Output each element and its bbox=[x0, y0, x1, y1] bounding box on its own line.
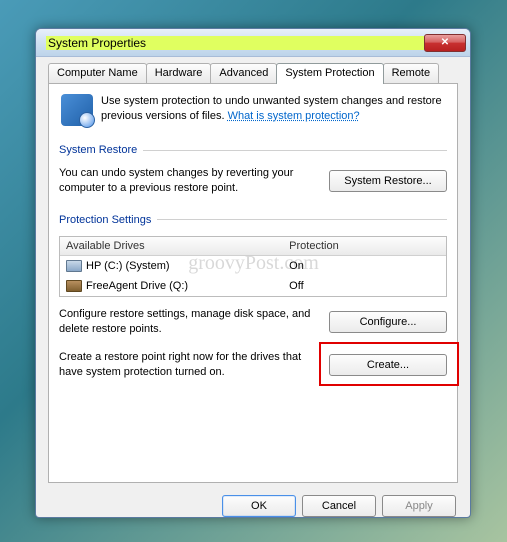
drive-icon bbox=[66, 280, 82, 292]
tab-content: Use system protection to undo unwanted s… bbox=[48, 83, 458, 483]
titlebar[interactable]: System Properties ✕ bbox=[36, 29, 470, 57]
system-restore-text: You can undo system changes by reverting… bbox=[59, 166, 319, 196]
create-button[interactable]: Create... bbox=[329, 354, 447, 376]
protection-settings-group: Protection Settings Available Drives Pro… bbox=[59, 214, 447, 380]
info-text: Use system protection to undo unwanted s… bbox=[101, 94, 445, 124]
system-restore-group: System Restore You can undo system chang… bbox=[59, 144, 447, 196]
tab-remote[interactable]: Remote bbox=[383, 63, 440, 83]
system-restore-label: System Restore bbox=[59, 144, 447, 156]
cancel-button[interactable]: Cancel bbox=[302, 495, 376, 517]
dialog-buttons: OK Cancel Apply bbox=[36, 491, 470, 517]
create-text: Create a restore point right now for the… bbox=[59, 350, 319, 380]
drive-name: HP (C:) (System) bbox=[86, 260, 170, 272]
ok-button[interactable]: OK bbox=[222, 495, 296, 517]
window-title: System Properties bbox=[46, 36, 424, 50]
system-protection-icon bbox=[61, 94, 93, 126]
configure-button[interactable]: Configure... bbox=[329, 311, 447, 333]
header-available-drives[interactable]: Available Drives bbox=[60, 237, 283, 255]
close-button[interactable]: ✕ bbox=[424, 34, 466, 52]
protection-settings-label: Protection Settings bbox=[59, 214, 447, 226]
drive-status: On bbox=[283, 258, 446, 274]
drive-icon bbox=[66, 260, 82, 272]
header-protection[interactable]: Protection bbox=[283, 237, 446, 255]
drives-table: Available Drives Protection HP (C:) (Sys… bbox=[59, 236, 447, 297]
drive-row[interactable]: FreeAgent Drive (Q:) Off bbox=[60, 276, 446, 296]
drives-header: Available Drives Protection bbox=[60, 237, 446, 256]
tab-strip: Computer Name Hardware Advanced System P… bbox=[36, 57, 470, 83]
system-restore-button[interactable]: System Restore... bbox=[329, 170, 447, 192]
drive-row[interactable]: HP (C:) (System) On bbox=[60, 256, 446, 276]
tab-hardware[interactable]: Hardware bbox=[146, 63, 212, 83]
info-row: Use system protection to undo unwanted s… bbox=[59, 94, 447, 126]
system-properties-window: System Properties ✕ Computer Name Hardwa… bbox=[35, 28, 471, 518]
apply-button[interactable]: Apply bbox=[382, 495, 456, 517]
tab-system-protection[interactable]: System Protection bbox=[276, 63, 383, 84]
tab-advanced[interactable]: Advanced bbox=[210, 63, 277, 83]
drive-name: FreeAgent Drive (Q:) bbox=[86, 280, 188, 292]
configure-text: Configure restore settings, manage disk … bbox=[59, 307, 319, 337]
drive-status: Off bbox=[283, 278, 446, 294]
close-icon: ✕ bbox=[441, 37, 449, 48]
help-link[interactable]: What is system protection? bbox=[228, 110, 360, 122]
tab-computer-name[interactable]: Computer Name bbox=[48, 63, 147, 83]
